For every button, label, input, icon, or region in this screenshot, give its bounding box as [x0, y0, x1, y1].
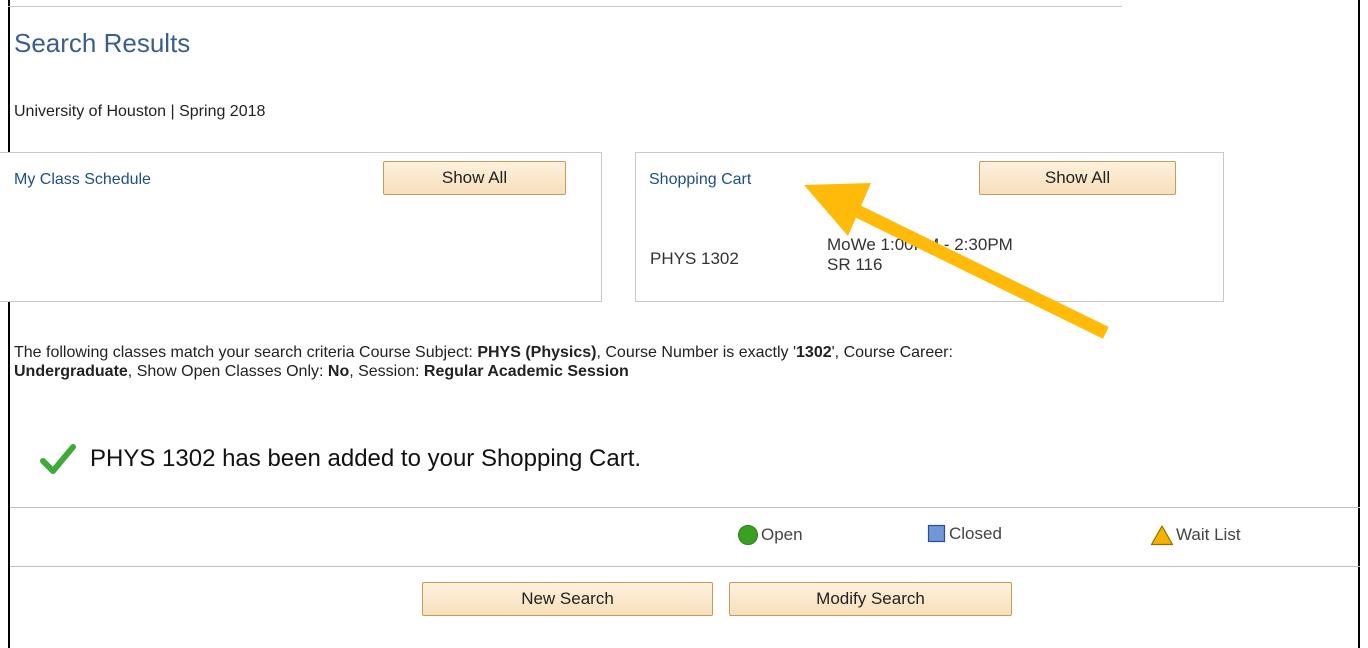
modify-search-button[interactable]: Modify Search: [729, 582, 1012, 616]
legend-open: Open: [737, 524, 803, 546]
confirmation-message: PHYS 1302 has been added to your Shoppin…: [40, 443, 641, 475]
checkmark-icon: [40, 444, 76, 474]
closed-square-icon: [927, 524, 946, 543]
criteria-session: Regular Academic Session: [423, 363, 629, 380]
search-criteria-text: The following classes match your search …: [14, 343, 1014, 381]
institution-term: University of Houston | Spring 2018: [14, 103, 266, 120]
criteria-career-label: ', Course Career:: [831, 344, 953, 361]
legend-top-divider: [10, 507, 1360, 508]
page-frame: [8, 0, 1360, 648]
legend-waitlist: Wait List: [1150, 524, 1241, 546]
criteria-subject: PHYS (Physics): [477, 344, 597, 361]
schedule-show-all-button[interactable]: Show All: [383, 161, 566, 195]
criteria-intro: The following classes match your search …: [14, 344, 478, 361]
legend-closed-label: Closed: [949, 524, 1002, 543]
cart-course-time: MoWe 1:00PM - 2:30PM: [827, 235, 1013, 254]
criteria-number-label: , Course Number is exactly ': [596, 344, 797, 361]
confirmation-text: PHYS 1302 has been added to your Shoppin…: [90, 445, 642, 472]
criteria-open-value: No: [327, 363, 350, 380]
page-title: Search Results: [14, 28, 191, 58]
criteria-career: Undergraduate: [14, 363, 128, 380]
legend-bottom-divider: [10, 566, 1360, 567]
shopping-cart-link[interactable]: Shopping Cart: [649, 171, 751, 189]
cart-course-code: PHYS 1302: [650, 249, 739, 268]
waitlist-triangle-icon: [1150, 525, 1174, 546]
class-schedule-panel: My Class Schedule Show All: [0, 152, 602, 302]
cart-course-room: SR 116: [827, 255, 883, 274]
legend-waitlist-label: Wait List: [1176, 525, 1241, 544]
criteria-open-label: , Show Open Classes Only:: [127, 363, 328, 380]
shopping-cart-panel: Shopping Cart Show All PHYS 1302 MoWe 1:…: [635, 152, 1224, 302]
cart-course-meeting: MoWe 1:00PM - 2:30PM SR 116: [827, 235, 1013, 275]
top-rule: [8, 6, 1122, 7]
criteria-number: 1302: [796, 344, 832, 361]
open-circle-icon: [738, 525, 758, 545]
new-search-button[interactable]: New Search: [422, 582, 713, 616]
cart-show-all-button[interactable]: Show All: [979, 161, 1176, 195]
criteria-session-label: , Session:: [349, 363, 424, 380]
my-class-schedule-link[interactable]: My Class Schedule: [14, 171, 151, 189]
legend-open-label: Open: [761, 525, 803, 544]
legend-closed: Closed: [927, 524, 1002, 544]
